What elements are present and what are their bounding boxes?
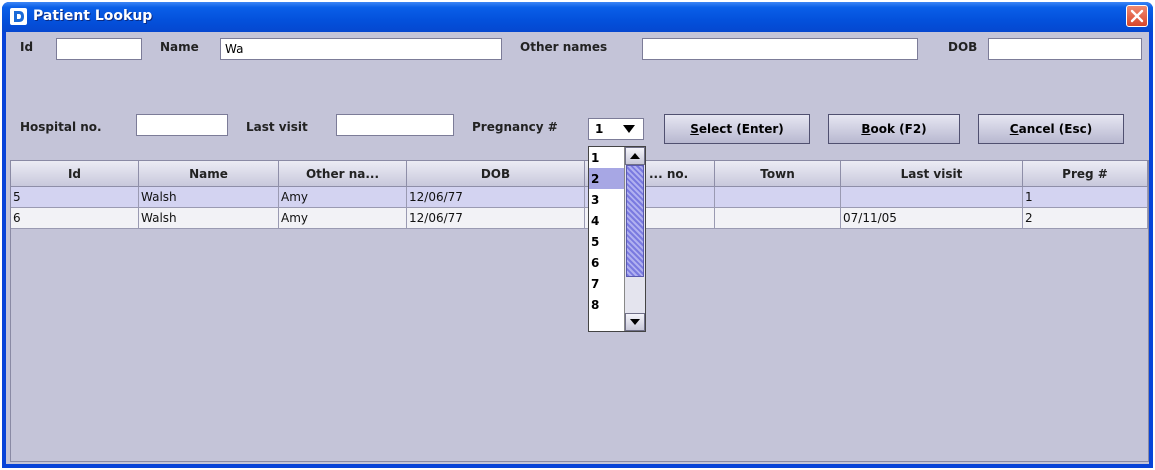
window-title: Patient Lookup [33, 8, 153, 24]
cell-other-names: Amy [279, 187, 407, 208]
scroll-down-button[interactable] [625, 313, 645, 331]
cell-last-visit: 07/11/05 [841, 208, 1023, 229]
last-visit-label: Last visit [246, 120, 308, 134]
pregnancy-selected-value: 1 [595, 122, 604, 136]
other-names-field[interactable] [642, 38, 918, 60]
cell-last-visit [841, 187, 1023, 208]
dialog-content: Id Name Wa Other names DOB Hospital no. … [6, 32, 1149, 464]
cancel-label: ancel (Esc) [1018, 122, 1093, 136]
column-header-town[interactable]: Town [715, 161, 841, 187]
pregnancy-option-8[interactable]: 8 [589, 294, 624, 315]
cell-id: 5 [11, 187, 139, 208]
cell-dob: 12/06/77 [407, 187, 585, 208]
select-mnemonic: S [690, 122, 699, 136]
other-names-label: Other names [520, 40, 608, 54]
cell-town [715, 187, 841, 208]
name-field[interactable]: Wa [220, 38, 502, 60]
close-button[interactable] [1126, 5, 1148, 27]
results-table[interactable]: Id Name Other na... DOB ... no. Town Las… [10, 160, 1149, 462]
column-header-id[interactable]: Id [11, 161, 139, 187]
dob-field[interactable] [988, 38, 1142, 60]
dob-label: DOB [948, 40, 978, 54]
book-button[interactable]: Book (F2) [828, 114, 960, 144]
cell-name: Walsh [139, 208, 279, 229]
cell-dob: 12/06/77 [407, 208, 585, 229]
select-label: elect (Enter) [698, 122, 784, 136]
cancel-mnemonic: C [1009, 122, 1019, 136]
book-mnemonic: B [861, 122, 871, 136]
column-header-other-names[interactable]: Other na... [279, 161, 407, 187]
cell-id: 6 [11, 208, 139, 229]
hospital-no-label: Hospital no. [20, 120, 102, 134]
hospital-no-field[interactable] [136, 114, 228, 136]
pregnancy-dropdown-list[interactable]: 1 2 3 4 5 6 7 8 [588, 146, 646, 332]
book-label: ook (F2) [870, 122, 927, 136]
name-label: Name [160, 40, 199, 54]
column-header-last-visit[interactable]: Last visit [841, 161, 1023, 187]
patient-lookup-window: Patient Lookup Id Name Wa Other names DO… [2, 2, 1153, 468]
last-visit-field[interactable] [336, 114, 454, 136]
column-header-name[interactable]: Name [139, 161, 279, 187]
cell-preg: 1 [1023, 187, 1148, 208]
pregnancy-dropdown[interactable]: 1 [588, 118, 644, 140]
pregnancy-option-6[interactable]: 6 [589, 252, 624, 273]
pregnancy-option-5[interactable]: 5 [589, 231, 624, 252]
chevron-down-icon [623, 125, 635, 133]
id-label: Id [20, 40, 34, 54]
pregnancy-option-1[interactable]: 1 [589, 147, 624, 168]
cancel-button[interactable]: Cancel (Esc) [978, 114, 1124, 144]
pregnancy-option-2[interactable]: 2 [589, 168, 624, 189]
column-header-preg[interactable]: Preg # [1023, 161, 1148, 187]
arrow-down-icon [630, 319, 640, 325]
cell-preg: 2 [1023, 208, 1148, 229]
arrow-up-icon [630, 153, 640, 159]
title-bar[interactable]: Patient Lookup [2, 2, 1153, 32]
scrollbar-thumb[interactable] [626, 165, 644, 277]
select-button[interactable]: Select (Enter) [664, 114, 810, 144]
dropdown-scrollbar[interactable] [624, 147, 645, 331]
pregnancy-option-3[interactable]: 3 [589, 189, 624, 210]
pregnancy-label: Pregnancy # [472, 120, 558, 134]
cell-other-names: Amy [279, 208, 407, 229]
scroll-up-button[interactable] [625, 147, 645, 165]
pregnancy-option-4[interactable]: 4 [589, 210, 624, 231]
id-field[interactable] [56, 38, 142, 60]
close-icon [1130, 9, 1144, 23]
column-header-dob[interactable]: DOB [407, 161, 585, 187]
cell-name: Walsh [139, 187, 279, 208]
pregnancy-option-7[interactable]: 7 [589, 273, 624, 294]
table-row[interactable]: 5 Walsh Amy 12/06/77 1 [11, 187, 1148, 208]
table-row[interactable]: 6 Walsh Amy 12/06/77 07/11/05 2 [11, 208, 1148, 229]
cell-town [715, 208, 841, 229]
app-logo-icon [10, 8, 27, 25]
